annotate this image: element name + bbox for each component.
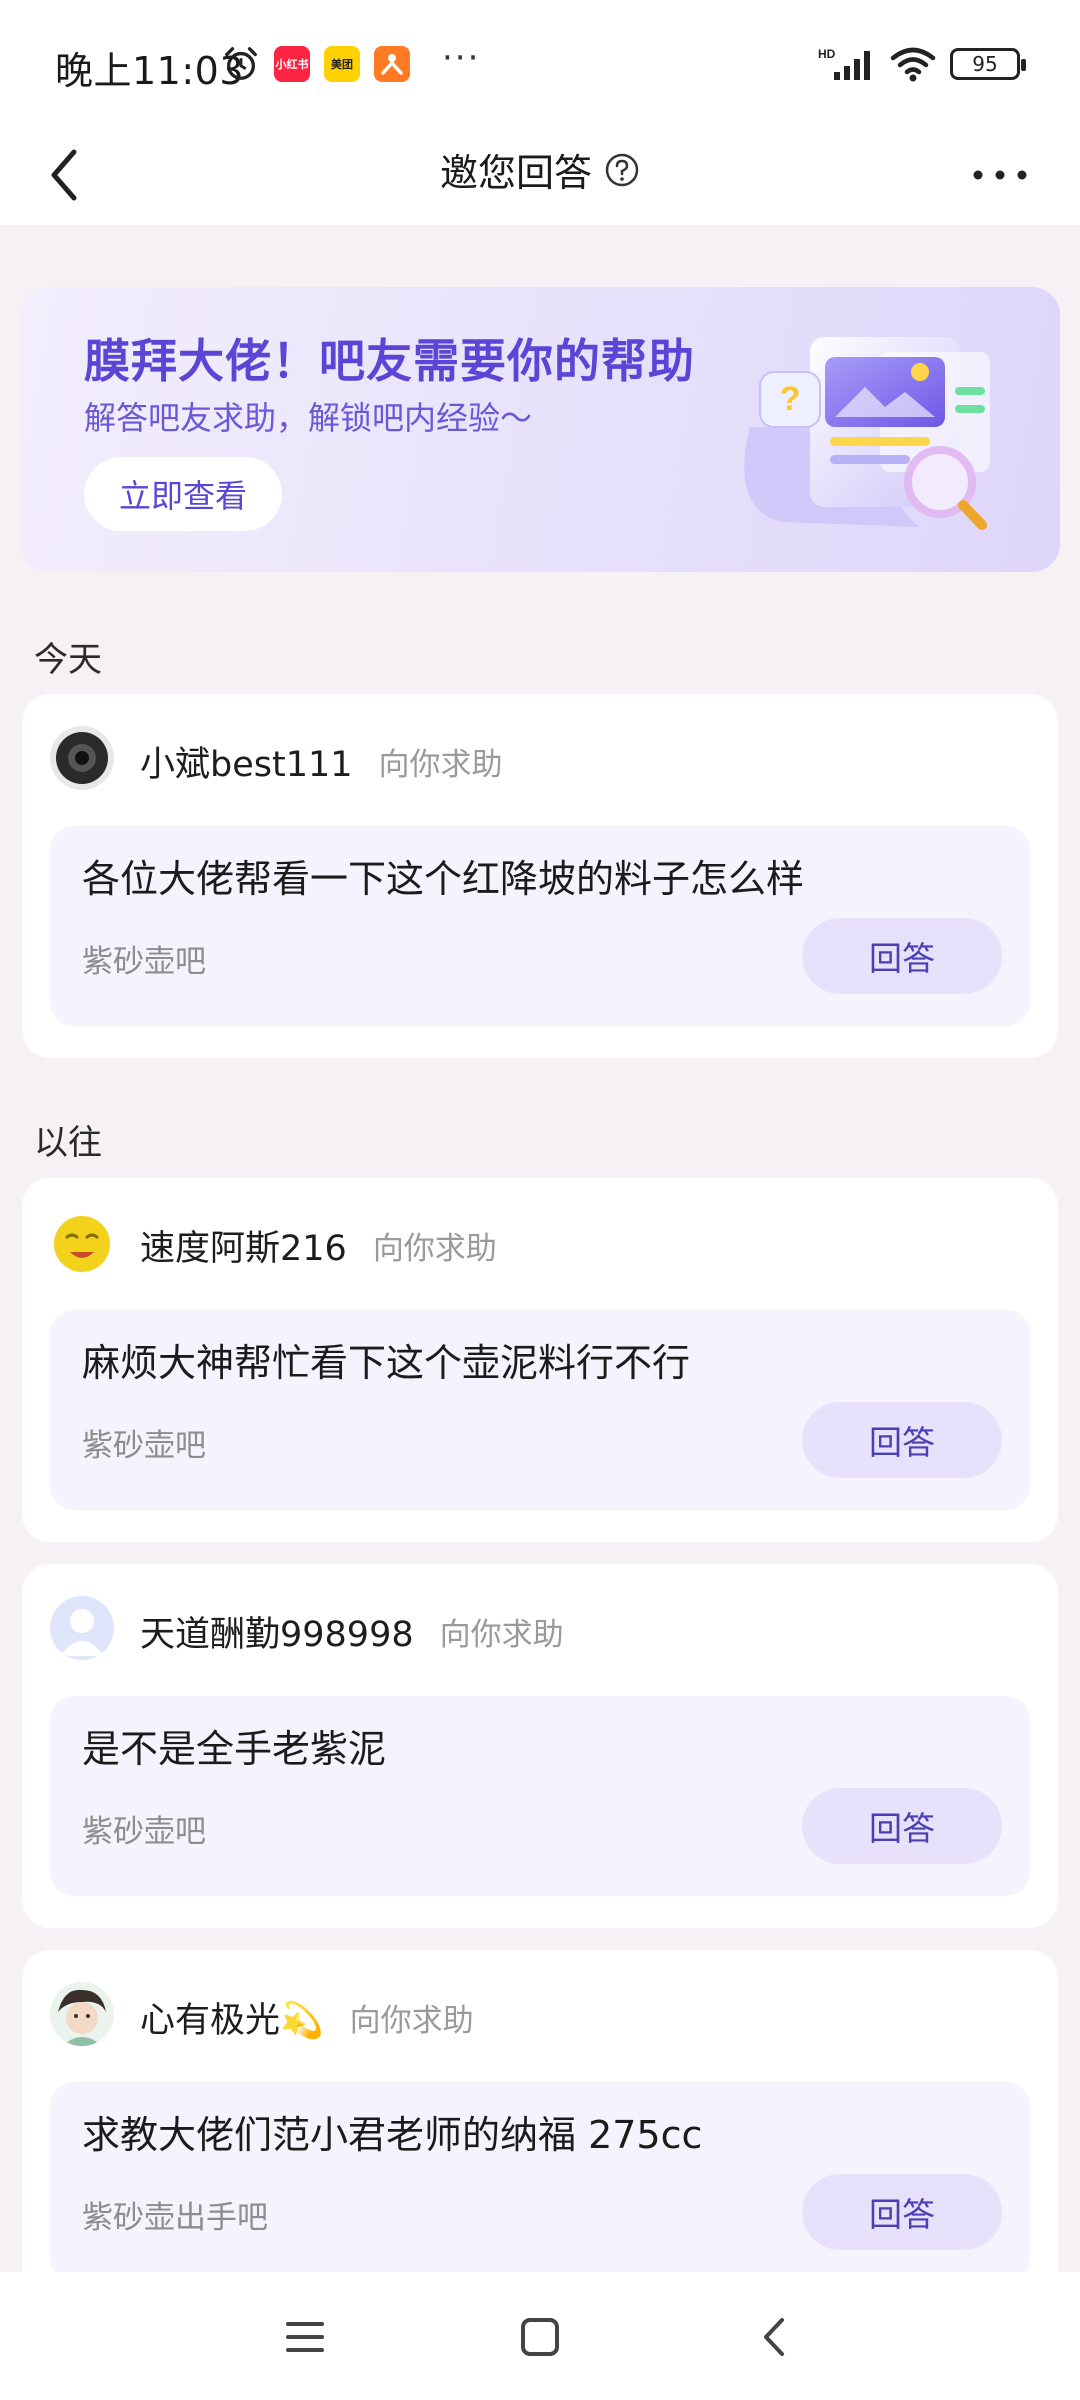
- status-notification-icons: 小红书 美团 ···: [222, 38, 480, 84]
- user-name[interactable]: 小斌best111: [140, 736, 353, 787]
- network-label: HD: [818, 47, 836, 61]
- forum-name[interactable]: 紫砂壶吧: [82, 1420, 206, 1465]
- view-now-button[interactable]: 立即查看: [84, 457, 282, 531]
- help-request-card[interactable]: 速度阿斯216 向你求助 麻烦大神帮忙看下这个壶泥料行不行 紫砂壶吧 回答: [22, 1178, 1058, 1542]
- user-row: 心有极光💫 向你求助: [140, 1992, 474, 2043]
- avatar[interactable]: [50, 1210, 114, 1274]
- avatar[interactable]: [50, 1982, 114, 2046]
- forum-name[interactable]: 紫砂壶吧: [82, 936, 206, 981]
- page-title: 邀您回答: [439, 151, 592, 195]
- help-request-tag: 向你求助: [378, 747, 503, 783]
- section-past-label: 以往: [34, 1123, 102, 1163]
- banner-title: 膜拜大佬！吧友需要你的帮助: [84, 334, 695, 388]
- user-row: 小斌best111 向你求助: [140, 736, 503, 787]
- question-box[interactable]: 是不是全手老紫泥 紫砂壶吧 回答: [50, 1696, 1030, 1896]
- help-request-card[interactable]: 心有极光💫 向你求助 求教大佬们范小君老师的纳福 275cc 紫砂壶出手吧 回答: [22, 1950, 1058, 2314]
- question-box[interactable]: 各位大佬帮看一下这个红降坡的料子怎么样 紫砂壶吧 回答: [50, 826, 1030, 1026]
- help-banner[interactable]: 膜拜大佬！吧友需要你的帮助 解答吧友求助，解锁吧内经验～ 立即查看 ?: [20, 287, 1060, 572]
- help-request-card[interactable]: 小斌best111 向你求助 各位大佬帮看一下这个红降坡的料子怎么样 紫砂壶吧 …: [22, 694, 1058, 1058]
- answer-button[interactable]: 回答: [802, 1788, 1002, 1864]
- navigation-bar: 邀您回答: [0, 130, 1080, 225]
- question-text[interactable]: 是不是全手老紫泥: [82, 1718, 386, 1773]
- alarm-icon: [225, 47, 257, 80]
- avatar[interactable]: [50, 726, 114, 790]
- question-box[interactable]: 求教大佬们范小君老师的纳福 275cc 紫砂壶出手吧 回答: [50, 2082, 1030, 2282]
- system-back-icon[interactable]: [750, 2312, 800, 2362]
- more-notifications-icon: ···: [442, 38, 481, 78]
- user-name[interactable]: 天道酬勤998998: [140, 1606, 414, 1657]
- menu-icon[interactable]: [280, 2312, 330, 2362]
- user-row: 速度阿斯216 向你求助: [140, 1220, 497, 1271]
- page-title-container: 邀您回答: [0, 142, 1080, 197]
- system-navigation-bar: [0, 2272, 1080, 2400]
- help-request-tag: 向你求助: [349, 2003, 474, 2039]
- question-text[interactable]: 各位大佬帮看一下这个红降坡的料子怎么样: [82, 848, 804, 903]
- user-name[interactable]: 心有极光💫: [140, 1992, 324, 2043]
- banner-subtitle: 解答吧友求助，解锁吧内经验～: [84, 399, 533, 437]
- document-search-illustration: ?: [744, 337, 990, 530]
- question-text[interactable]: 求教大佬们范小君老师的纳福 275cc: [82, 2104, 702, 2159]
- wifi-icon: [890, 47, 936, 82]
- help-request-tag: 向你求助: [439, 1617, 564, 1653]
- answer-button[interactable]: 回答: [802, 2174, 1002, 2250]
- xiaohongshu-app-icon: 小红书: [274, 46, 310, 82]
- status-system-icons: HD 95: [818, 46, 1026, 82]
- forum-name[interactable]: 紫砂壶出手吧: [82, 2192, 268, 2237]
- status-time: 晚上11:03: [55, 49, 245, 93]
- user-row: 天道酬勤998998 向你求助: [140, 1606, 564, 1657]
- forum-name[interactable]: 紫砂壶吧: [82, 1806, 206, 1851]
- battery-indicator: 95: [950, 48, 1026, 80]
- question-box[interactable]: 麻烦大神帮忙看下这个壶泥料行不行 紫砂壶吧 回答: [50, 1310, 1030, 1510]
- help-request-tag: 向你求助: [372, 1231, 497, 1267]
- user-name[interactable]: 速度阿斯216: [140, 1220, 347, 1271]
- home-icon[interactable]: [515, 2312, 565, 2362]
- help-question-icon[interactable]: [604, 152, 640, 188]
- answer-button[interactable]: 回答: [802, 918, 1002, 994]
- signal-icon: HD: [818, 47, 870, 80]
- section-today-label: 今天: [34, 640, 102, 680]
- help-request-card[interactable]: 天道酬勤998998 向你求助 是不是全手老紫泥 紫砂壶吧 回答: [22, 1564, 1058, 1928]
- meituan-app-icon: 美团: [324, 46, 360, 82]
- status-bar: 晚上11:03 小红书 美团 ··· HD 95: [0, 0, 1080, 130]
- person-app-icon: [374, 46, 410, 82]
- svg-text:?: ?: [780, 380, 801, 418]
- more-options-icon[interactable]: [970, 165, 1030, 185]
- avatar[interactable]: [50, 1596, 114, 1660]
- answer-button[interactable]: 回答: [802, 1402, 1002, 1478]
- question-text[interactable]: 麻烦大神帮忙看下这个壶泥料行不行: [82, 1332, 690, 1387]
